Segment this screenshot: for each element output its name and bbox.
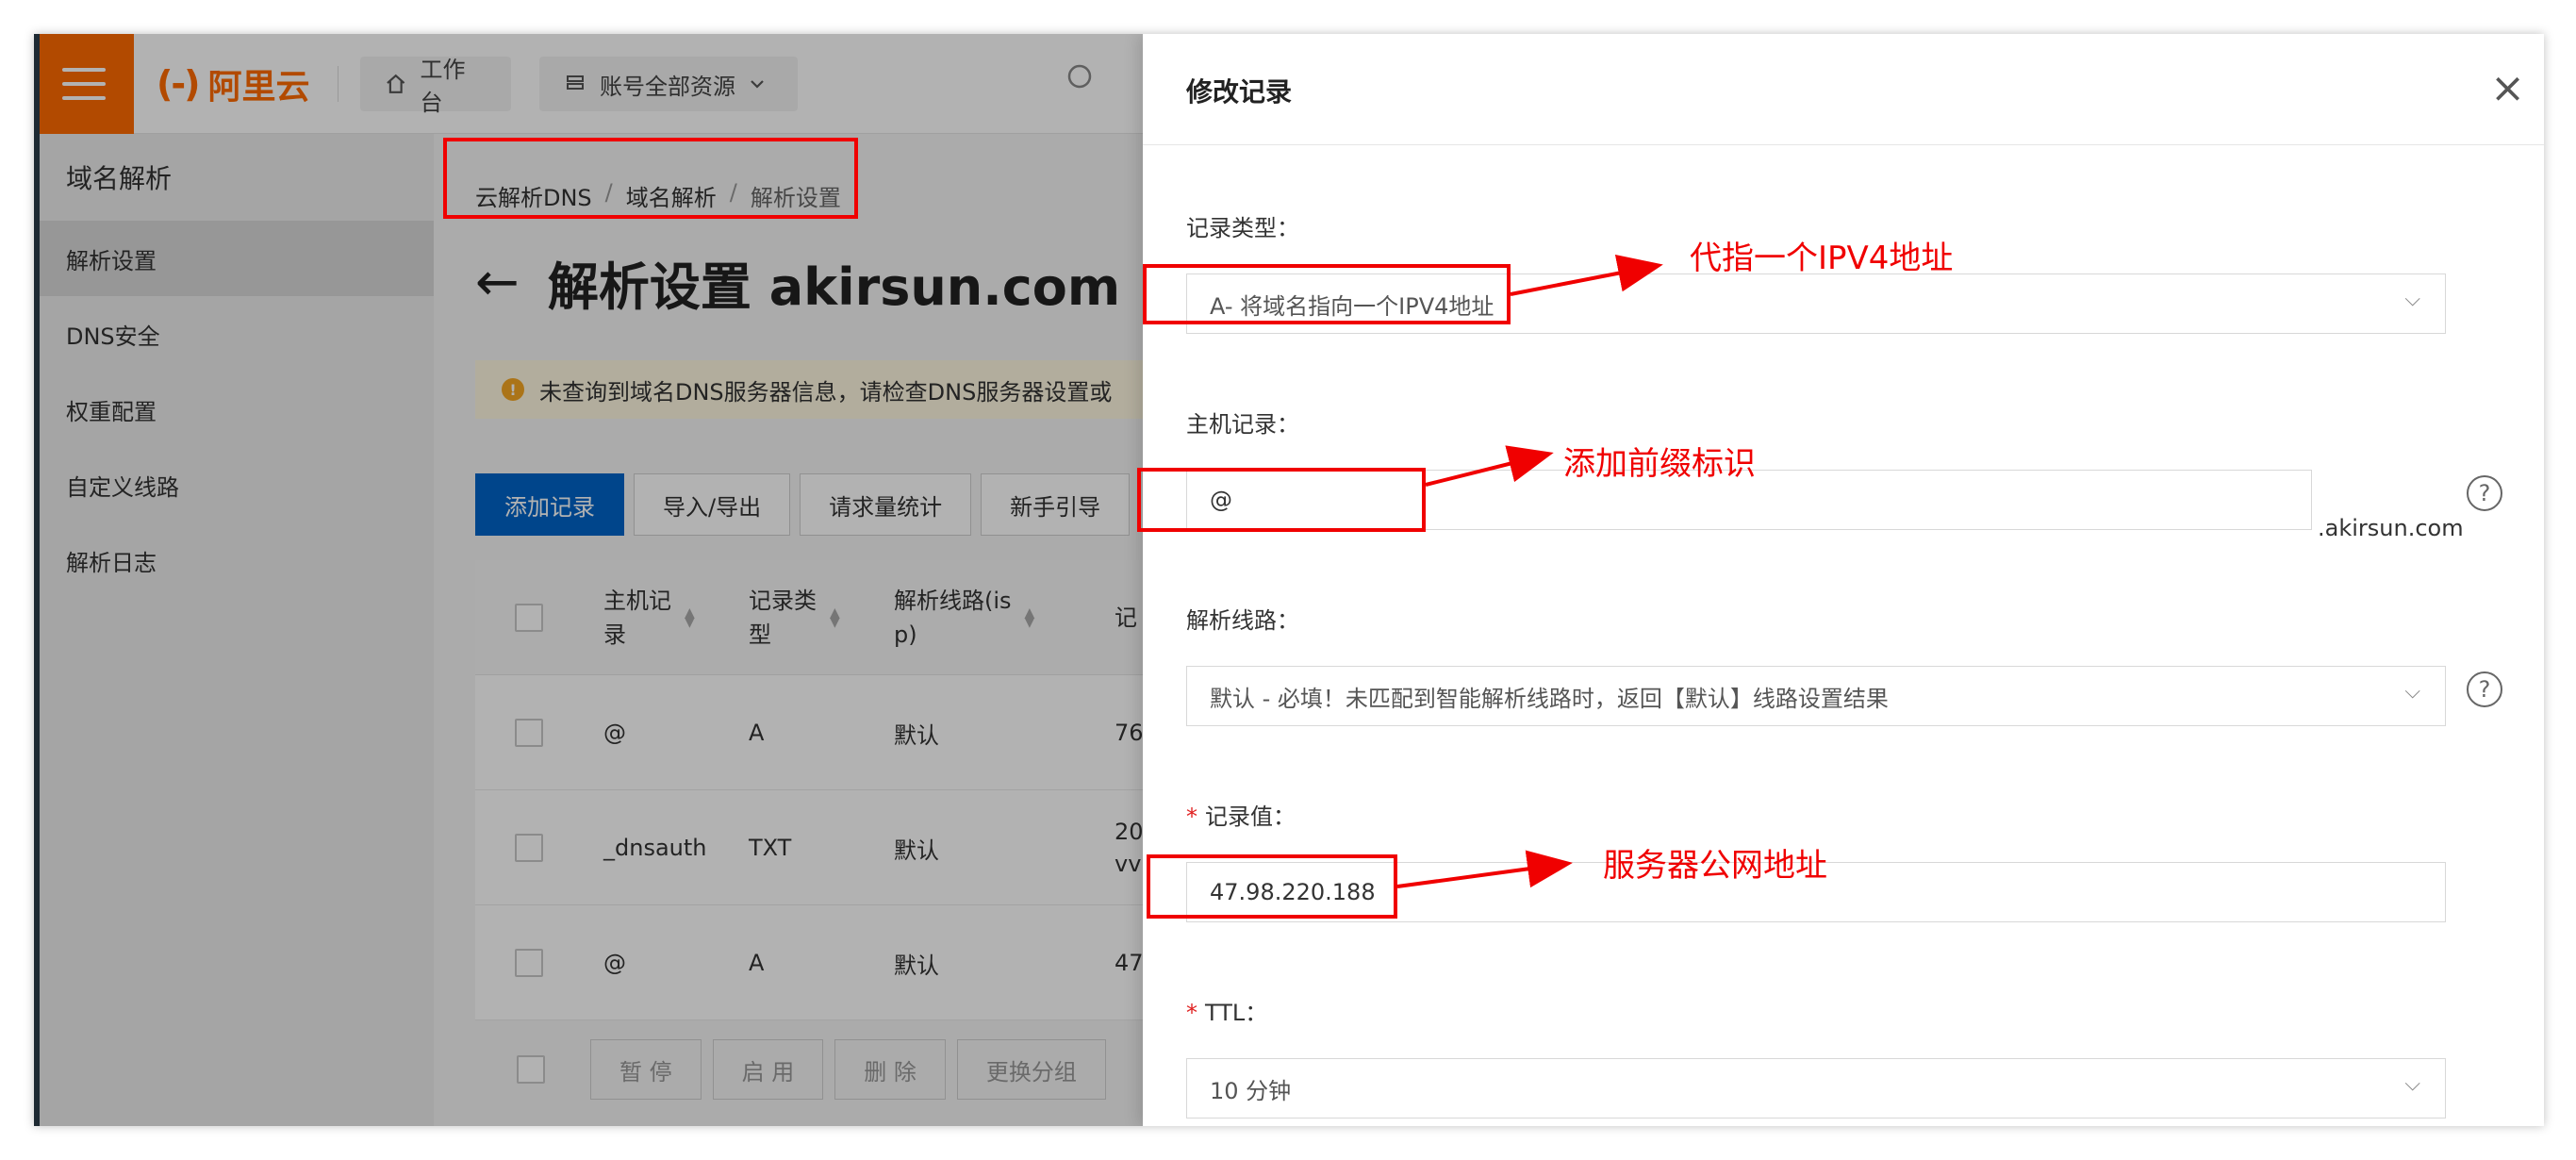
annotation-box-record-value — [1147, 854, 1397, 919]
required-mark: * — [1186, 804, 1197, 830]
required-mark: * — [1186, 1000, 1197, 1026]
drawer-header: 修改记录 × — [1143, 34, 2544, 145]
annotation-text-record-type: 代指一个IPV4地址 — [1690, 240, 1954, 277]
dns-line-value: 默认 - 必填！未匹配到智能解析线路时，返回【默认】线路设置结果 — [1210, 685, 1889, 712]
screenshot-frame: (-) 阿里云 工作台 账号全部资源 域名解析 解析设置 DNS安全 权重配置 … — [34, 34, 2544, 1126]
drawer-title: 修改记录 — [1186, 76, 1293, 108]
close-icon[interactable]: × — [2490, 68, 2525, 109]
window-edge — [34, 34, 40, 1126]
record-type-label: 记录类型： — [1186, 215, 1299, 241]
annotation-text-record-value: 服务器公网地址 — [1603, 847, 1827, 885]
chevron-down-icon: ⌵ — [2404, 680, 2420, 704]
help-icon[interactable]: ? — [2467, 671, 2502, 707]
ttl-value: 10 分钟 — [1210, 1077, 1292, 1104]
host-record-label: 主机记录： — [1186, 411, 1299, 438]
annotation-text-host: 添加前缀标识 — [1563, 445, 1756, 483]
ttl-label: * TTL： — [1186, 1000, 1268, 1026]
chevron-down-icon: ⌵ — [2404, 288, 2420, 311]
edit-record-drawer: 修改记录 × 记录类型： A- 将域名指向一个IPV4地址 ⌵ 主机记录： @ … — [1143, 34, 2544, 1126]
record-value-label: * 记录值： — [1186, 804, 1296, 830]
help-icon[interactable]: ? — [2467, 475, 2502, 511]
annotation-box-record-type — [1143, 264, 1511, 324]
annotation-box-host — [1137, 468, 1426, 532]
annotation-box-breadcrumb — [443, 138, 858, 219]
domain-suffix: .akirsun.com — [2318, 515, 2464, 541]
chevron-down-icon: ⌵ — [2404, 1072, 2420, 1096]
ttl-select[interactable]: 10 分钟 ⌵ — [1186, 1058, 2446, 1119]
dns-line-label: 解析线路： — [1186, 607, 1299, 634]
dns-line-select[interactable]: 默认 - 必填！未匹配到智能解析线路时，返回【默认】线路设置结果 ⌵ — [1186, 666, 2446, 726]
